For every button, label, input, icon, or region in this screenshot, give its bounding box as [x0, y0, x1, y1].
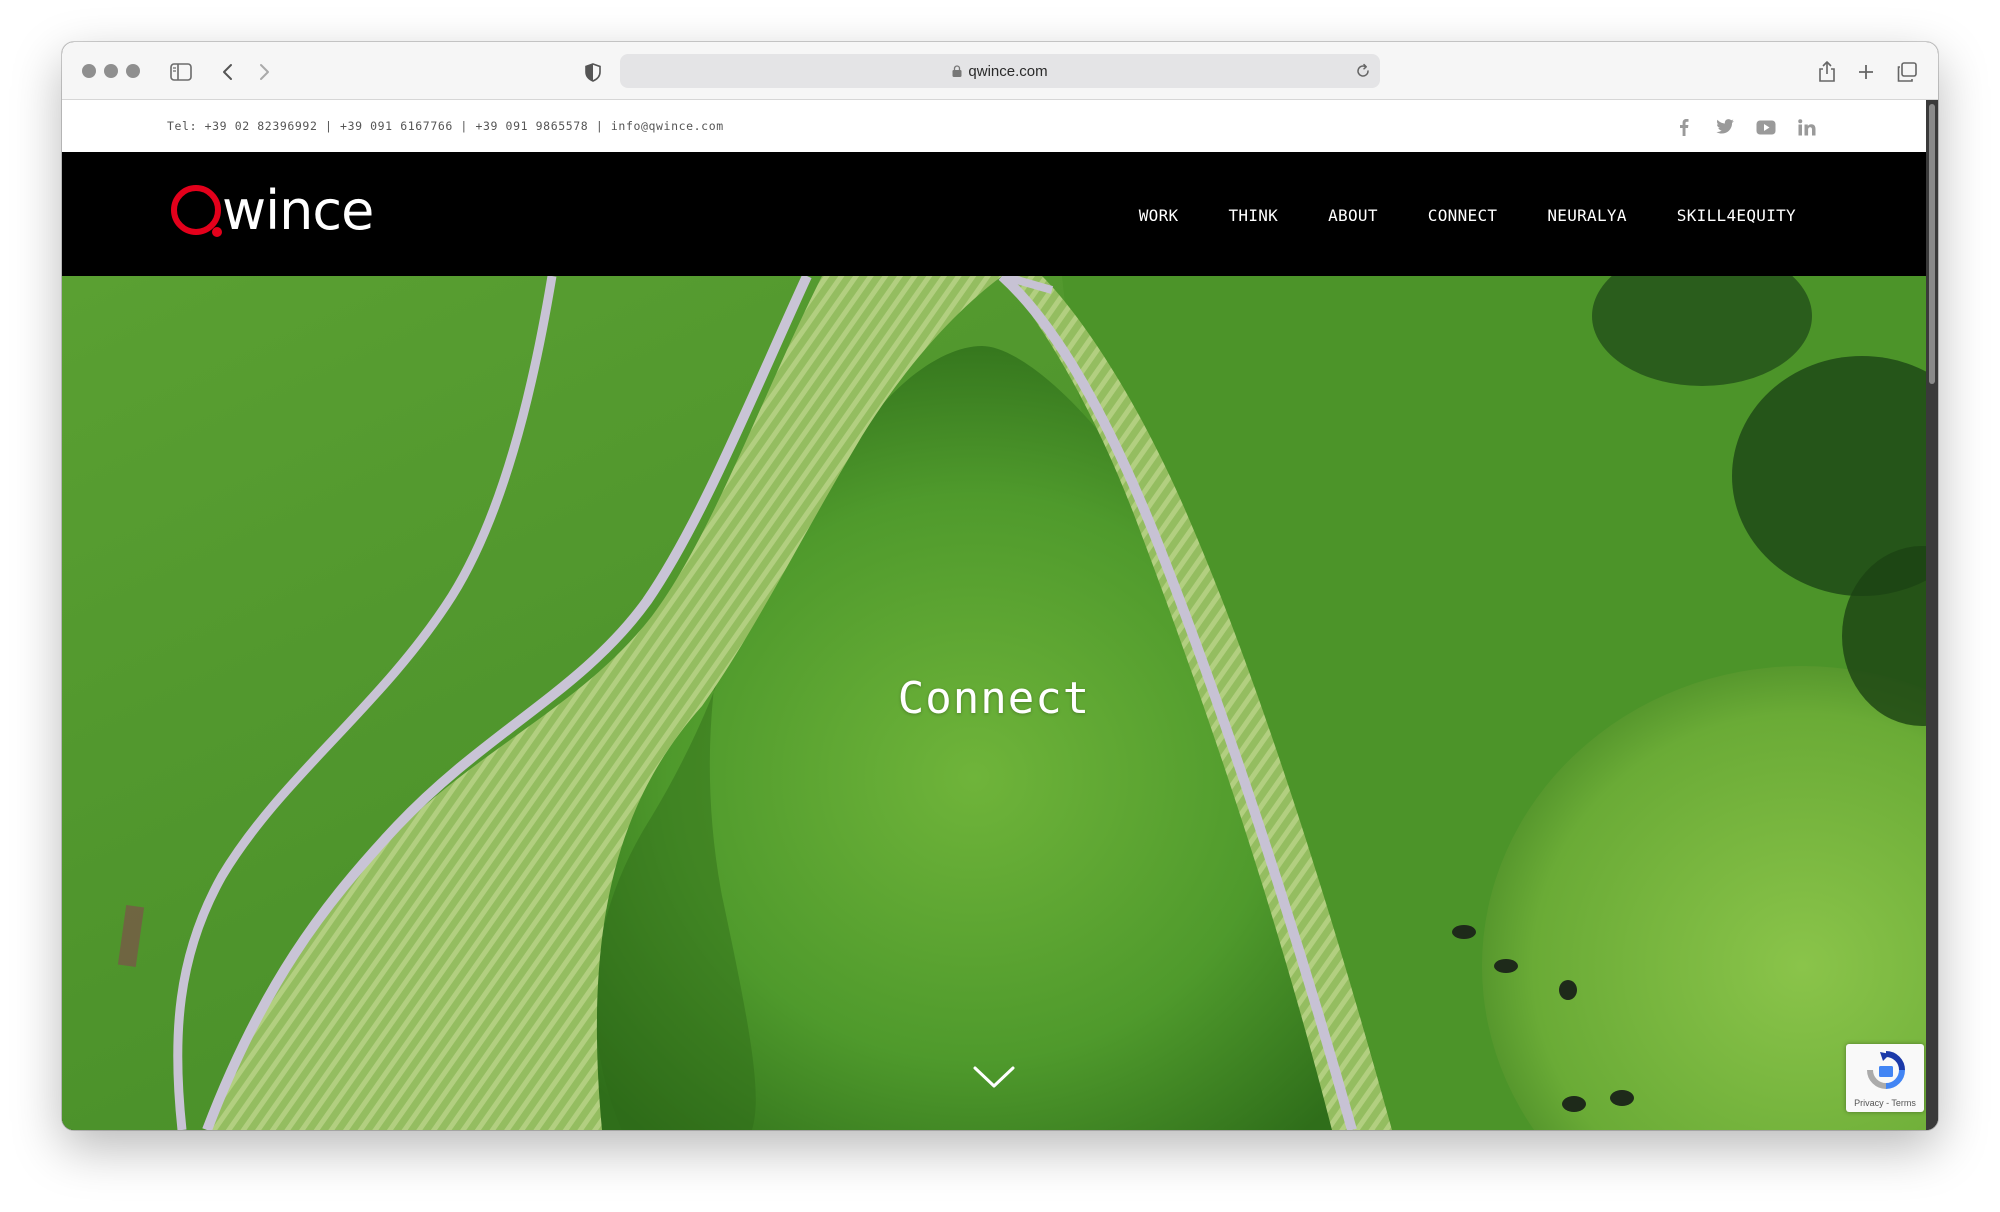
scrollbar-thumb[interactable] — [1929, 104, 1935, 384]
hero-title: Connect — [897, 673, 1091, 724]
twitter-icon[interactable] — [1713, 115, 1737, 139]
page-scrollbar[interactable] — [1926, 100, 1938, 1130]
browser-window: qwince.com Tel: +39 02 82396992 | +39 09… — [62, 42, 1938, 1130]
minimize-window-button[interactable] — [104, 64, 118, 78]
hero-section: Connect Privacy - Terms — [62, 276, 1926, 1130]
youtube-icon[interactable] — [1754, 115, 1778, 139]
linkedin-icon[interactable] — [1795, 115, 1819, 139]
address-bar[interactable]: qwince.com — [620, 54, 1380, 88]
chevron-right-icon[interactable] — [250, 57, 280, 87]
recaptcha-badge[interactable]: Privacy - Terms — [1846, 1044, 1924, 1112]
plus-icon[interactable] — [1851, 57, 1881, 87]
web-page: Tel: +39 02 82396992 | +39 091 6167766 |… — [62, 100, 1926, 1130]
contact-info: Tel: +39 02 82396992 | +39 091 6167766 |… — [167, 119, 724, 133]
shield-icon[interactable] — [578, 57, 608, 87]
nav-skill4equity[interactable]: SKILL4EQUITY — [1677, 206, 1796, 225]
recaptcha-label[interactable]: Privacy - Terms — [1846, 1098, 1924, 1108]
close-window-button[interactable] — [82, 64, 96, 78]
chevron-down-icon[interactable] — [972, 1064, 1016, 1090]
logo-text: wince — [222, 179, 374, 242]
qwince-logo[interactable]: wince — [170, 179, 374, 242]
lock-icon — [952, 65, 962, 77]
main-nav: WORK THINK ABOUT CONNECT NEURALYA SKILL4… — [1089, 206, 1796, 225]
contact-bar: Tel: +39 02 82396992 | +39 091 6167766 |… — [62, 100, 1926, 152]
nav-connect[interactable]: CONNECT — [1428, 206, 1498, 225]
facebook-icon[interactable] — [1672, 115, 1696, 139]
nav-work[interactable]: WORK — [1139, 206, 1179, 225]
reload-icon[interactable] — [1354, 62, 1372, 80]
nav-think[interactable]: THINK — [1228, 206, 1278, 225]
zoom-window-button[interactable] — [126, 64, 140, 78]
tabs-overview-icon[interactable] — [1892, 57, 1922, 87]
recaptcha-icon — [1867, 1051, 1905, 1089]
nav-neuralya[interactable]: NEURALYA — [1547, 206, 1626, 225]
url-text: qwince.com — [968, 62, 1048, 80]
logo-q-mark — [171, 185, 222, 237]
sidebar-icon[interactable] — [166, 57, 196, 87]
chevron-left-icon[interactable] — [212, 57, 242, 87]
nav-about[interactable]: ABOUT — [1328, 206, 1378, 225]
share-icon[interactable] — [1812, 57, 1842, 87]
browser-toolbar: qwince.com — [62, 42, 1938, 100]
main-navbar: wince WORK THINK ABOUT CONNECT NEURALYA … — [62, 152, 1926, 276]
